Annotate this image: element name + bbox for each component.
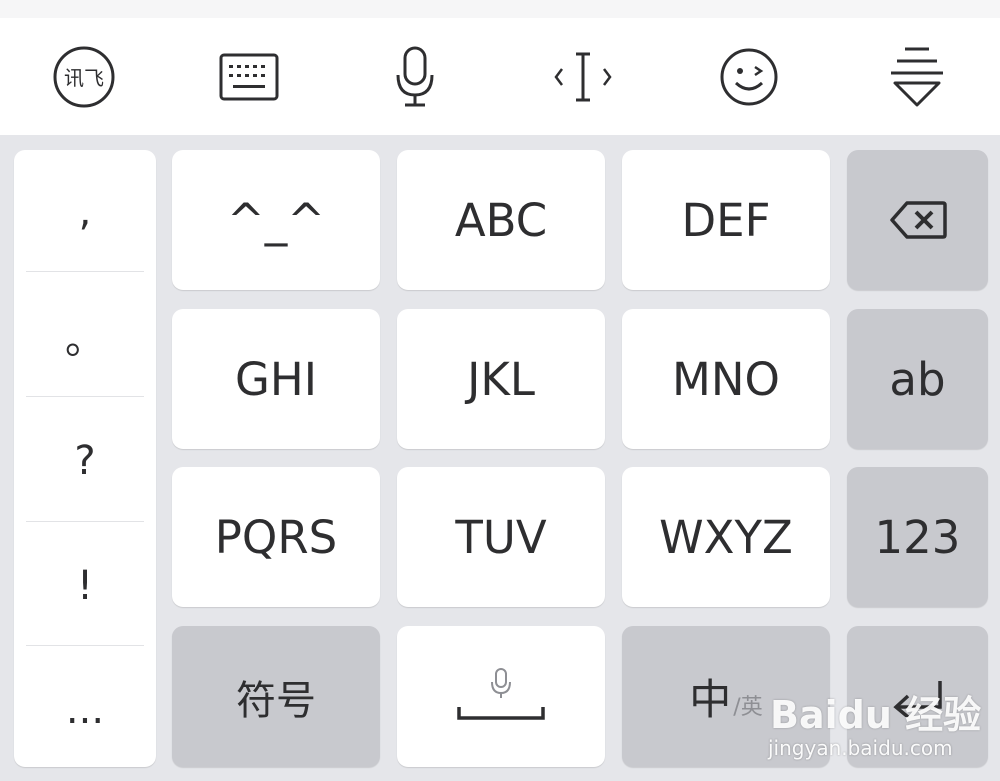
- key-label: PQRS: [214, 510, 338, 564]
- key-jkl[interactable]: JKL: [397, 309, 605, 449]
- backspace-icon: [889, 201, 947, 239]
- key-label: JKL: [467, 352, 535, 406]
- punct-period-label: 。: [65, 317, 105, 363]
- microphone-icon: [396, 46, 434, 106]
- lang-sub-label: /英: [733, 695, 763, 720]
- letters-mode-key[interactable]: ab: [847, 309, 988, 449]
- keyboard-icon: [219, 53, 279, 100]
- punct-exclaim-label: !: [76, 563, 94, 609]
- punct-comma-key[interactable]: ,: [14, 150, 156, 274]
- key-ghi[interactable]: GHI: [172, 309, 380, 449]
- key-label: TUV: [455, 510, 547, 564]
- punct-period-key[interactable]: 。: [14, 274, 156, 398]
- keyboard-toolbar: 讯飞: [0, 18, 1000, 135]
- language-switch-label: 中 /英: [689, 666, 762, 727]
- key-abc[interactable]: ABC: [397, 150, 605, 290]
- punct-divider: [26, 396, 144, 397]
- ifly-logo-button[interactable]: 讯飞: [24, 18, 144, 135]
- punctuation-column: , 。 ? ! ...: [14, 150, 156, 767]
- key-def[interactable]: DEF: [622, 150, 830, 290]
- key-label: 符号: [236, 677, 316, 724]
- watermark-logo: Baidu 经验: [770, 693, 982, 737]
- cursor-move-icon: [554, 52, 612, 101]
- key-label: GHI: [235, 352, 317, 406]
- punct-divider: [26, 645, 144, 646]
- status-strip: [0, 0, 1000, 18]
- key-label: MNO: [672, 352, 780, 406]
- keyboard-switch-button[interactable]: [189, 18, 309, 135]
- hide-keyboard-icon: [891, 47, 943, 106]
- key-emoticon[interactable]: ^_^: [172, 150, 380, 290]
- key-label: 123: [874, 510, 961, 564]
- voice-input-button[interactable]: [355, 18, 475, 135]
- ifly-logo-text: 讯飞: [64, 66, 104, 90]
- punct-ellipsis-key[interactable]: ...: [14, 648, 156, 772]
- key-label: ^_^: [227, 193, 325, 247]
- key-pqrs[interactable]: PQRS: [172, 467, 380, 607]
- watermark-url: jingyan.baidu.com: [768, 736, 953, 760]
- key-tuv[interactable]: TUV: [397, 467, 605, 607]
- key-wxyz[interactable]: WXYZ: [622, 467, 830, 607]
- punct-divider: [26, 271, 144, 272]
- symbols-key[interactable]: 符号: [172, 626, 380, 767]
- backspace-key[interactable]: [847, 150, 988, 290]
- key-label: ABC: [454, 193, 548, 247]
- emoji-icon: [720, 48, 778, 105]
- space-key[interactable]: [397, 626, 605, 767]
- key-label: WXYZ: [659, 510, 793, 564]
- space-mic-icon: [457, 667, 545, 720]
- hide-keyboard-button[interactable]: [857, 18, 977, 135]
- lang-main-label: 中: [689, 675, 732, 724]
- ifly-logo-icon: 讯飞: [53, 46, 115, 107]
- punct-divider: [26, 521, 144, 522]
- emoji-button[interactable]: [689, 18, 809, 135]
- punct-ellipsis-label: ...: [65, 687, 105, 733]
- key-label: DEF: [681, 193, 771, 247]
- key-mno[interactable]: MNO: [622, 309, 830, 449]
- key-label: ab: [889, 352, 946, 406]
- punct-exclaim-key[interactable]: !: [14, 524, 156, 648]
- punct-question-label: ?: [74, 438, 96, 484]
- punct-question-key[interactable]: ?: [14, 399, 156, 523]
- cursor-move-button[interactable]: [523, 18, 643, 135]
- baidu-jingyan-watermark: Baidu 经验 jingyan.baidu.com: [760, 672, 1000, 772]
- punct-comma-label: ,: [78, 189, 92, 235]
- numbers-mode-key[interactable]: 123: [847, 467, 988, 607]
